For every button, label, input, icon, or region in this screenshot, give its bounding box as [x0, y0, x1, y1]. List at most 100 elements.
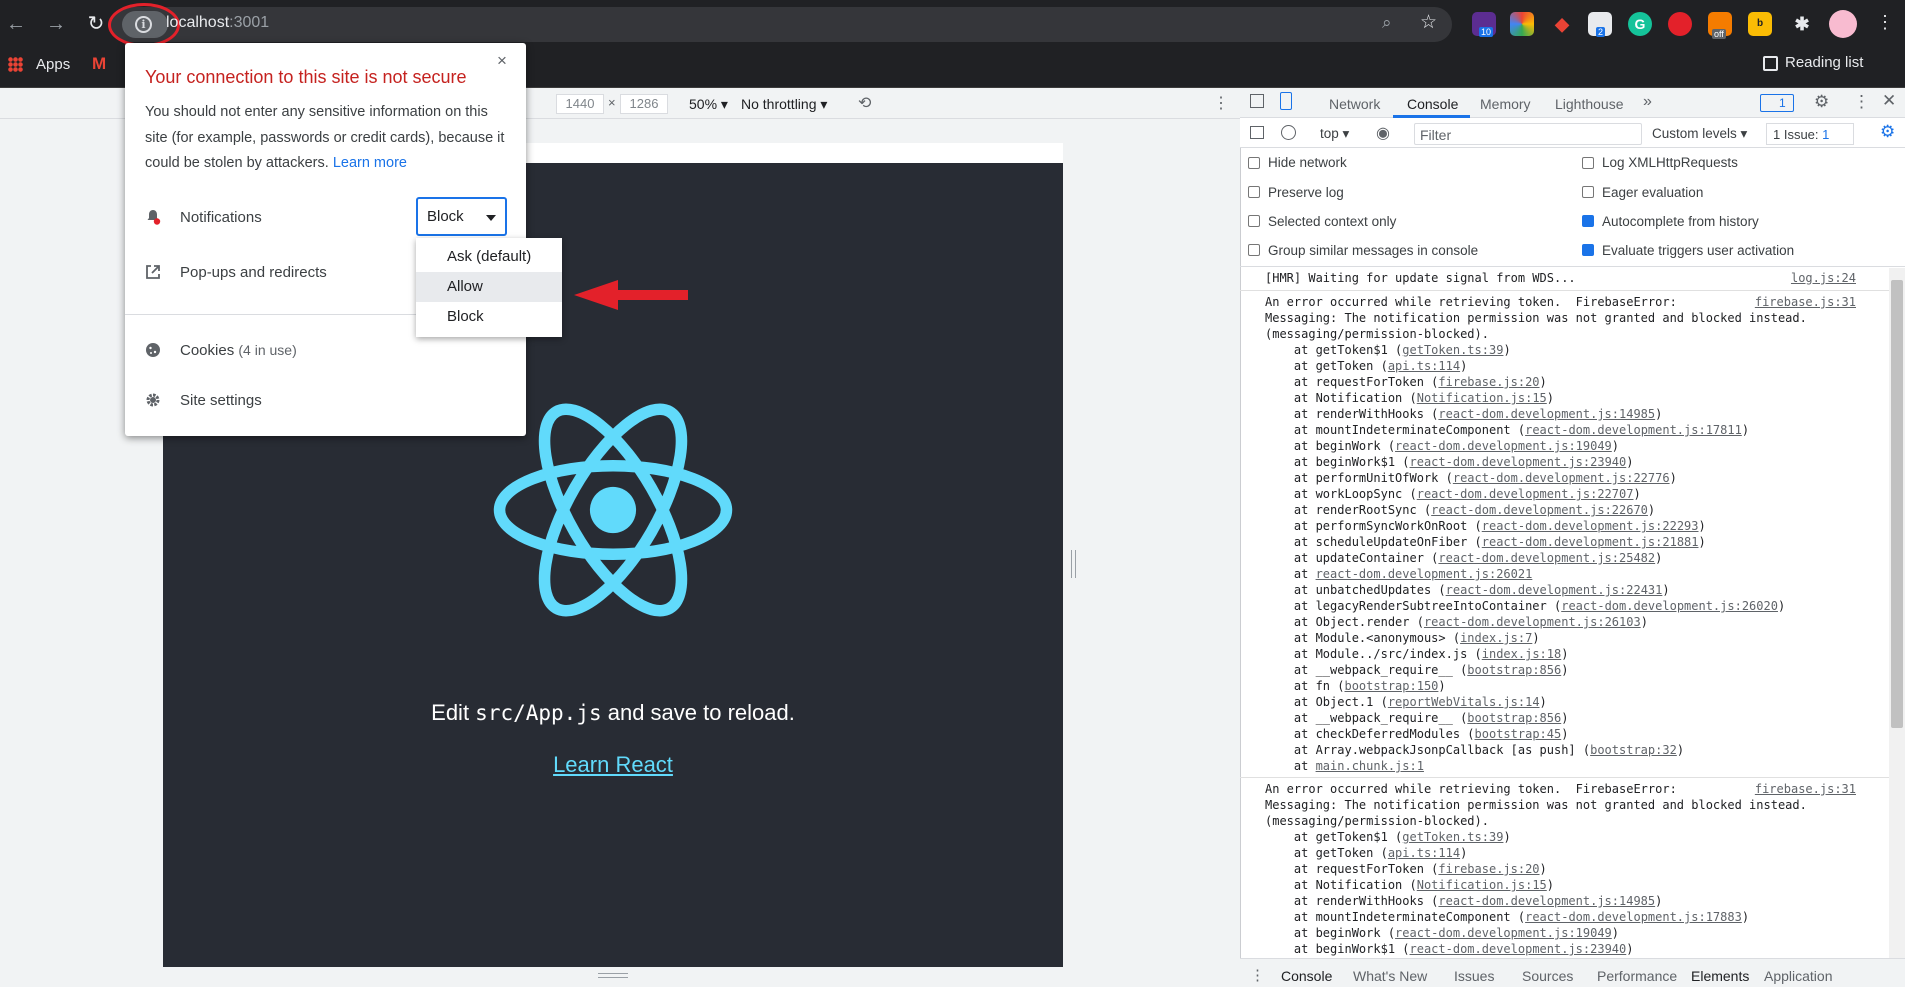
extension-icon[interactable] — [1510, 12, 1534, 36]
hide-network-checkbox[interactable] — [1248, 157, 1260, 169]
viewport-height-input[interactable]: 1286 — [620, 94, 668, 114]
option-allow[interactable]: Allow — [416, 272, 562, 302]
stack-source-link[interactable]: index.js:18 — [1482, 647, 1561, 661]
inspect-element-icon[interactable] — [1250, 94, 1264, 108]
eager-evaluation-checkbox[interactable] — [1582, 186, 1594, 198]
user-activation-checkbox[interactable] — [1582, 244, 1594, 256]
stack-source-link[interactable]: Notification.js:15 — [1417, 878, 1547, 892]
drawer-tab-issues[interactable]: Issues — [1454, 968, 1494, 984]
tab-network[interactable]: Network — [1329, 96, 1380, 112]
resize-handle-bottom[interactable] — [598, 973, 628, 978]
back-arrow-icon[interactable]: ← — [2, 10, 30, 38]
messages-badge[interactable]: 1 — [1760, 94, 1794, 112]
stack-source-link[interactable]: reportWebVitals.js:14 — [1388, 695, 1540, 709]
stack-source-link[interactable]: bootstrap:856 — [1467, 663, 1561, 677]
cookies-row[interactable]: Cookies (4 in use) — [180, 342, 297, 359]
close-devtools-icon[interactable]: ✕ — [1882, 91, 1896, 111]
option-block[interactable]: Block — [416, 302, 562, 332]
drawer-tab-whats-new[interactable]: What's New — [1353, 968, 1427, 984]
stack-source-link[interactable]: index.js:7 — [1460, 631, 1532, 645]
tab-lighthouse[interactable]: Lighthouse — [1555, 96, 1624, 112]
more-tabs-icon[interactable]: » — [1643, 93, 1652, 111]
stack-source-link[interactable]: react-dom.development.js:17883 — [1525, 910, 1742, 924]
stack-source-link[interactable]: react-dom.development.js:14985 — [1438, 894, 1655, 908]
learn-more-link[interactable]: Learn more — [333, 155, 407, 171]
stack-source-link[interactable]: react-dom.development.js:19049 — [1395, 439, 1612, 453]
stack-source-link[interactable]: Notification.js:15 — [1417, 391, 1547, 405]
drawer-tab-application[interactable]: Application — [1764, 968, 1833, 984]
console-filter-input[interactable]: Filter — [1414, 123, 1642, 145]
extension-icon[interactable] — [1668, 12, 1692, 36]
drawer-tab-performance[interactable]: Performance — [1597, 968, 1677, 984]
stack-source-link[interactable]: api.ts:114 — [1388, 359, 1460, 373]
group-similar-checkbox[interactable] — [1248, 244, 1260, 256]
preserve-log-checkbox[interactable] — [1248, 186, 1260, 198]
stack-source-link[interactable]: react-dom.development.js:26021 — [1316, 567, 1533, 581]
grammarly-icon[interactable]: G — [1628, 12, 1652, 36]
stack-source-link[interactable]: react-dom.development.js:22707 — [1417, 487, 1634, 501]
throttling-select[interactable]: No throttling ▾ — [741, 96, 827, 113]
stack-source-link[interactable]: bootstrap:150 — [1344, 679, 1438, 693]
devtools-menu-icon[interactable]: ⋮ — [1853, 92, 1870, 112]
avatar[interactable] — [1829, 10, 1857, 38]
stack-source-link[interactable]: bootstrap:32 — [1590, 743, 1677, 757]
zoom-select[interactable]: 50% ▾ — [689, 96, 728, 113]
settings-gear-icon[interactable]: ⚙ — [1814, 92, 1829, 112]
option-ask-default[interactable]: Ask (default) — [416, 242, 562, 272]
bookmark-star-icon[interactable]: ☆ — [1420, 11, 1437, 34]
stack-source-link[interactable]: react-dom.development.js:14985 — [1438, 407, 1655, 421]
address-bar[interactable] — [110, 7, 1452, 42]
reading-list-button[interactable]: Reading list — [1785, 54, 1863, 71]
stack-source-link[interactable]: react-dom.development.js:25482 — [1438, 551, 1655, 565]
drawer-tab-console[interactable]: Console — [1281, 968, 1332, 984]
stack-source-link[interactable]: firebase.js:20 — [1438, 862, 1539, 876]
log-levels-select[interactable]: Custom levels ▾ — [1652, 126, 1747, 142]
stack-source-link[interactable]: react-dom.development.js:23940 — [1410, 942, 1627, 956]
viewport-width-input[interactable]: 1440 — [556, 94, 604, 114]
stack-source-link[interactable]: react-dom.development.js:22293 — [1482, 519, 1699, 533]
close-icon[interactable]: × — [497, 51, 507, 71]
extension-icon[interactable]: ◆ — [1550, 12, 1574, 36]
stack-source-link[interactable]: bootstrap:45 — [1475, 727, 1562, 741]
drawer-menu-icon[interactable]: ⋮ — [1250, 966, 1265, 984]
zoom-icon[interactable]: ⌕ — [1382, 13, 1392, 33]
issues-button[interactable]: 1 Issue: 1 — [1766, 123, 1854, 145]
stack-source-link[interactable]: react-dom.development.js:22776 — [1453, 471, 1670, 485]
chrome-menu-icon[interactable]: ⋮ — [1876, 12, 1894, 33]
source-link[interactable]: firebase.js:31 — [1755, 294, 1856, 310]
device-toggle-icon[interactable] — [1280, 92, 1292, 110]
stack-source-link[interactable]: react-dom.development.js:21881 — [1482, 535, 1699, 549]
resize-handle-right[interactable] — [1071, 550, 1076, 578]
tab-console[interactable]: Console — [1407, 96, 1458, 112]
stack-source-link[interactable]: react-dom.development.js:22431 — [1446, 583, 1663, 597]
stack-source-link[interactable]: main.chunk.js:1 — [1316, 759, 1424, 773]
reading-list-icon[interactable] — [1763, 56, 1778, 71]
notifications-permission-select[interactable]: Block — [416, 197, 507, 236]
apps-bookmark[interactable]: Apps — [36, 56, 70, 73]
console-settings-gear-icon[interactable]: ⚙ — [1880, 122, 1895, 142]
more-options-icon[interactable]: ⋮ — [1213, 93, 1229, 113]
context-select[interactable]: top ▾ — [1320, 126, 1349, 142]
stack-source-link[interactable]: react-dom.development.js:23940 — [1410, 455, 1627, 469]
stack-source-link[interactable]: getToken.ts:39 — [1402, 343, 1503, 357]
reload-icon[interactable]: ↻ — [82, 10, 110, 38]
gmail-icon[interactable]: M — [92, 54, 106, 74]
site-settings-link[interactable]: Site settings — [180, 392, 262, 409]
scrollbar-thumb[interactable] — [1891, 280, 1903, 728]
rotate-icon[interactable]: ⟲ — [858, 93, 871, 113]
stack-source-link[interactable]: getToken.ts:39 — [1402, 830, 1503, 844]
forward-arrow-icon[interactable]: → — [42, 10, 70, 38]
log-xhr-checkbox[interactable] — [1582, 157, 1594, 169]
source-link[interactable]: log.js:24 — [1791, 270, 1856, 286]
stack-source-link[interactable]: react-dom.development.js:26020 — [1561, 599, 1778, 613]
stack-source-link[interactable]: react-dom.development.js:17811 — [1525, 423, 1742, 437]
apps-grid-icon[interactable] — [8, 57, 23, 72]
source-link[interactable]: firebase.js:31 — [1755, 781, 1856, 797]
stack-source-link[interactable]: react-dom.development.js:22670 — [1431, 503, 1648, 517]
eye-icon[interactable]: ◉ — [1376, 123, 1390, 143]
drawer-tab-sources[interactable]: Sources — [1522, 968, 1573, 984]
sidebar-toggle-icon[interactable] — [1250, 126, 1264, 139]
puzzle-icon[interactable]: ✱ — [1790, 12, 1814, 36]
tab-memory[interactable]: Memory — [1480, 96, 1531, 112]
learn-react-link[interactable]: Learn React — [163, 752, 1063, 778]
